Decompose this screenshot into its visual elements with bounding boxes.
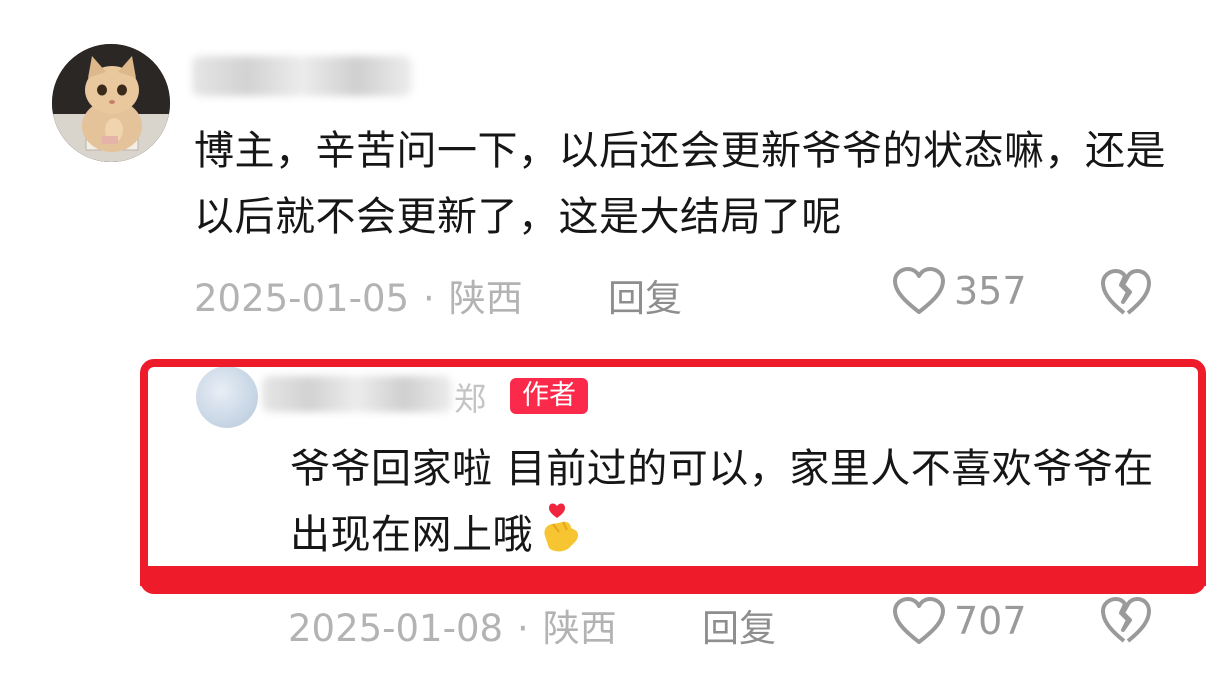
redacted-username xyxy=(262,376,452,412)
reply-date: 2025-01-08 xyxy=(288,607,504,650)
comment-text: 博主，辛苦问一下，以后还会更新爷爷的状态嘛，还是以后就不会更新了，这是大结局了呢 xyxy=(194,128,1166,240)
comment-location: 陕西 xyxy=(448,277,523,320)
reply-location: 陕西 xyxy=(542,607,617,650)
cat-avatar-image xyxy=(52,44,170,162)
like-button[interactable]: 357 xyxy=(892,266,1027,316)
dislike-button[interactable] xyxy=(1100,596,1152,650)
dislike-button[interactable] xyxy=(1100,268,1152,322)
author-avatar[interactable] xyxy=(196,366,258,428)
heart-outline-icon xyxy=(893,267,945,314)
author-badge: 作者 xyxy=(510,378,588,414)
reply-button[interactable]: 回复 xyxy=(608,268,682,322)
broken-heart-icon xyxy=(1101,597,1151,643)
reply-text-body: 爷爷回家啦 目前过的可以，家里人不喜欢爷爷在出现在网上哦 xyxy=(290,446,1154,558)
like-count: 707 xyxy=(954,599,1027,643)
reply-button[interactable]: 回复 xyxy=(702,598,776,652)
like-count: 357 xyxy=(954,269,1027,313)
meta-separator: · xyxy=(423,277,435,320)
comment-thread: 博主，辛苦问一下，以后还会更新爷爷的状态嘛，还是以后就不会更新了，这是大结局了呢… xyxy=(0,0,1216,681)
comment-meta: 2025-01-05 · 陕西 xyxy=(194,268,523,322)
finger-heart-emoji-icon xyxy=(537,502,583,574)
comment-date: 2025-01-05 xyxy=(194,277,410,320)
broken-heart-icon xyxy=(1101,269,1151,315)
meta-separator: · xyxy=(517,607,529,650)
redacted-username xyxy=(192,56,412,96)
cat-avatar[interactable] xyxy=(52,44,170,162)
reply-meta: 2025-01-08 · 陕西 xyxy=(288,598,617,652)
reply-text: 爷爷回家啦 目前过的可以，家里人不喜欢爷爷在出现在网上哦 xyxy=(290,436,1180,574)
like-button[interactable]: 707 xyxy=(892,596,1027,646)
heart-outline-icon xyxy=(893,597,945,644)
username-visible-part: 郑 xyxy=(454,380,487,418)
